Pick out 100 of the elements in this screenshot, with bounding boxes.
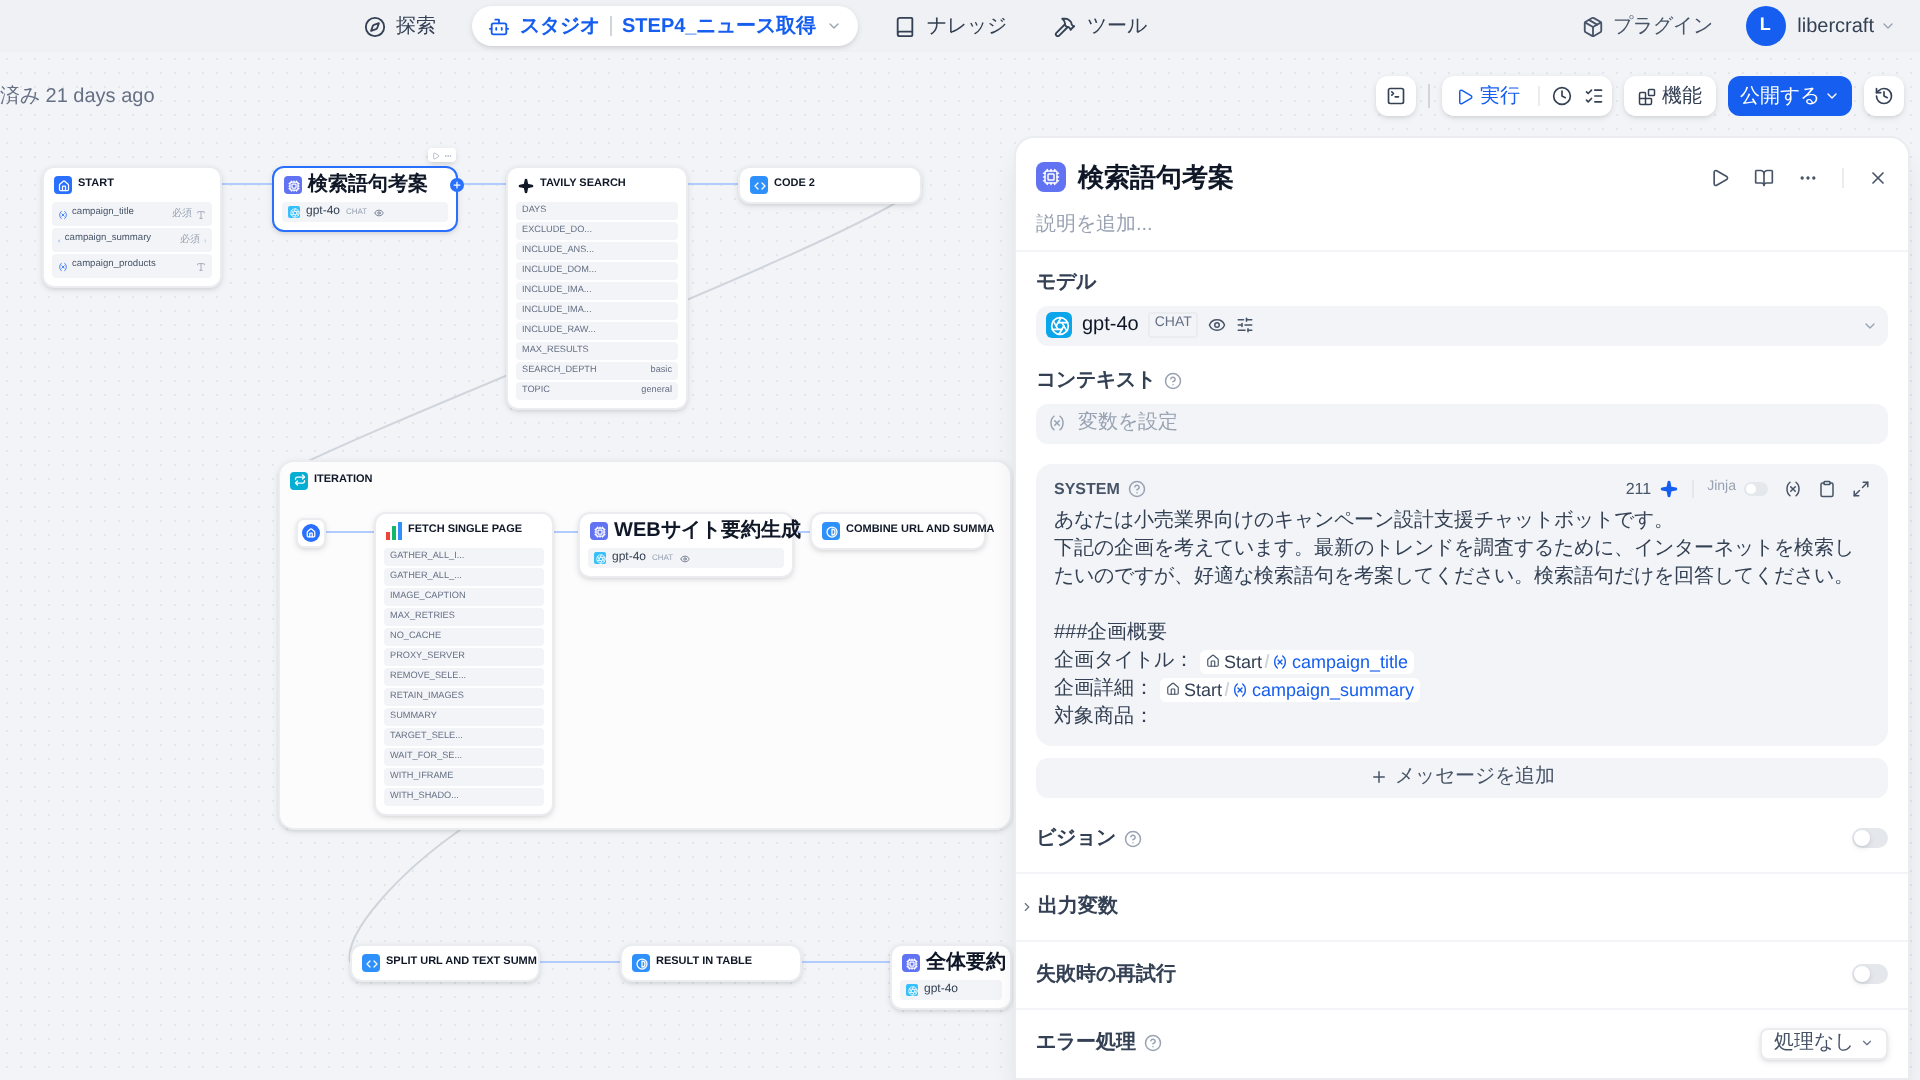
character-count: 211 (1625, 477, 1652, 501)
robot-icon (488, 15, 510, 37)
nav-tab[interactable]: スタジオ STEP4_ニュース取得 (472, 6, 859, 46)
half-circle-icon (822, 522, 840, 540)
model-name: gpt-4o (1082, 312, 1139, 340)
half-circle-icon (632, 954, 650, 972)
connector-line (325, 531, 375, 533)
code-icon (362, 954, 380, 972)
terminal-icon (1386, 86, 1406, 106)
clock-icon[interactable] (1552, 86, 1572, 106)
help-icon[interactable] (1164, 371, 1182, 389)
connector-line (801, 961, 893, 963)
home-icon (302, 524, 320, 542)
error-handling-select[interactable]: 処理なし (1760, 1027, 1888, 1059)
prompt-line: ###企画概要 (1054, 619, 1170, 647)
chip-icon (284, 176, 302, 194)
blocks-icon (1638, 87, 1656, 105)
eye-icon (679, 553, 690, 563)
book-icon (894, 15, 917, 37)
home-icon (54, 176, 72, 194)
add-handle[interactable] (450, 178, 464, 192)
caret-icon (1020, 899, 1034, 913)
help-icon[interactable] (1144, 1034, 1162, 1052)
checklist-icon[interactable] (1584, 86, 1604, 106)
prompt-line: あなたは小売業界向けのキャンペーン設計支援チャットボットです。 (1054, 507, 1676, 535)
eye-icon (1207, 316, 1226, 334)
help-icon[interactable] (1124, 829, 1142, 847)
prompt-line: 企画詳細： (1054, 675, 1154, 703)
context-field[interactable]: 変数を設定 (1078, 408, 1876, 438)
model-icon (594, 552, 606, 564)
model-icon (906, 984, 918, 996)
setting-label: エラー処理 (1036, 1029, 1136, 1058)
setting-label: ビジョン (1036, 825, 1116, 853)
model-icon (288, 206, 300, 218)
bar-chart-icon (386, 522, 402, 540)
setting-label: 失敗時の再試行 (1036, 961, 1176, 989)
chevron-down-icon (826, 18, 843, 34)
prompt-line: 下記の企画を考えています。最新のトレンドを調査するために、インターネットを検索したいのですが、好適な検索語句を考案してください。検索語句だけを回答してください。 (1054, 535, 1856, 591)
panel-title: 検索語句考案 (1078, 160, 1234, 196)
variable-icon (1048, 414, 1066, 432)
home-icon (1206, 654, 1220, 668)
chip-icon (1036, 162, 1066, 193)
close-icon[interactable] (1868, 167, 1888, 188)
connector-line (539, 961, 621, 963)
sparkle-icon[interactable] (1659, 480, 1678, 498)
history-icon (1874, 86, 1894, 106)
variable-icon (1232, 681, 1249, 697)
variable-icon[interactable] (1784, 480, 1802, 498)
variable-icon (58, 261, 68, 271)
env-button[interactable] (1376, 76, 1416, 116)
saved-status: 済み 21 days ago (0, 83, 155, 111)
publish-button[interactable]: 公開する (1728, 76, 1852, 116)
play-icon[interactable] (1710, 167, 1730, 188)
chip-icon (590, 522, 608, 540)
play-icon (1456, 87, 1474, 105)
variable-chip[interactable]: Start campaign_title (1200, 649, 1415, 673)
clipboard-icon[interactable] (1818, 480, 1836, 498)
section-header[interactable]: 出力変数 (1016, 873, 1908, 941)
user-name[interactable]: libercraft (1797, 11, 1874, 41)
chevron-down-icon (1860, 1036, 1874, 1050)
app-name[interactable]: STEP4_ニュース取得 (622, 11, 817, 41)
toggle-switch[interactable] (1852, 964, 1888, 984)
features-button[interactable]: 機能 (1624, 76, 1716, 116)
history-button[interactable] (1864, 76, 1904, 116)
prompt-line: 企画タイトル： (1054, 647, 1194, 675)
book-icon[interactable] (1754, 167, 1774, 188)
eye-icon (373, 207, 384, 217)
section-label: モデル (1036, 269, 1099, 297)
code-icon (750, 176, 768, 194)
home-icon (1166, 682, 1180, 696)
setting-label: 出力変数 (1038, 892, 1118, 921)
nav-tab[interactable]: ツール (1042, 6, 1159, 46)
user-avatar[interactable]: L (1745, 6, 1786, 46)
variable-name: campaign_title (1292, 649, 1409, 675)
plus-icon (1369, 768, 1387, 786)
description-field[interactable]: 説明を追加... (1036, 209, 1888, 241)
variable-chip[interactable]: Start campaign_summary (1160, 677, 1421, 701)
prompt-editor[interactable] (1036, 463, 1888, 745)
connector-line (221, 183, 273, 185)
nav-tab[interactable]: ナレッジ (882, 6, 1019, 46)
context-select[interactable]: 変数を設定 (1036, 403, 1888, 443)
plugins-link[interactable]: プラグイン (1581, 11, 1714, 41)
variable-icon (1272, 653, 1289, 669)
cube-icon (1581, 15, 1604, 37)
connector-line (553, 531, 579, 533)
add-message-button[interactable]: メッセージを追加 (1036, 757, 1888, 797)
prompt-line: 対象商品： (1054, 703, 1156, 731)
compass-icon (364, 15, 386, 37)
expand-icon[interactable] (1852, 480, 1870, 498)
nav-tab[interactable]: 探索 (352, 6, 448, 46)
node-reference: Start (1224, 649, 1263, 675)
start-node[interactable] (296, 518, 326, 548)
jinja-toggle[interactable] (1744, 482, 1768, 496)
repeat-icon (290, 471, 308, 489)
sparkle-icon (518, 177, 534, 193)
toggle-switch[interactable] (1852, 828, 1888, 848)
sliders-icon[interactable] (1235, 316, 1254, 334)
role-label: SYSTEM (1054, 477, 1120, 501)
text-type-icon (196, 209, 206, 219)
node-title: 検索語句考案 (308, 170, 428, 200)
